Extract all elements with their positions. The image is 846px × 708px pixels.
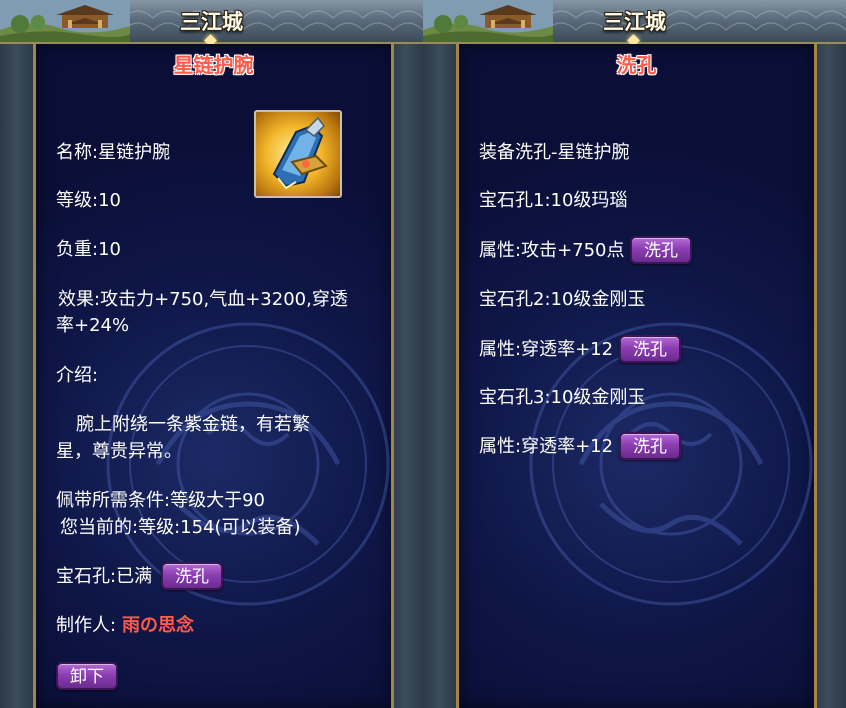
requirement-line2: 您当前的:等级:154(可以装备) bbox=[60, 517, 301, 538]
intro-label: 介绍: bbox=[56, 365, 99, 386]
wash-hole-2-button[interactable]: 洗孔 bbox=[619, 335, 681, 363]
gem-hole-2-attribute: 属性:穿透率+12 bbox=[479, 339, 614, 360]
socket-title: 洗孔 bbox=[616, 53, 657, 77]
top-bar: 三江城 bbox=[0, 0, 423, 47]
gem-hole-3: 宝石孔3:10级金刚玉 bbox=[479, 387, 646, 408]
item-weight: 负重:10 bbox=[56, 239, 121, 260]
socket-panel: 洗孔 装备洗孔-星链护腕 宝石孔1:10级玛瑙 属性:攻击+750点 洗孔 宝石… bbox=[456, 44, 817, 708]
gem-slot-status: 宝石孔:已满 bbox=[56, 566, 153, 587]
wash-hole-3-button[interactable]: 洗孔 bbox=[619, 432, 681, 460]
equipment-detail-screen: 三江城 星链护腕 名称:星链护腕 等级:10 负重:10 效果:攻击力+750,… bbox=[0, 0, 423, 708]
gem-hole-1: 宝石孔1:10级玛瑙 bbox=[479, 190, 628, 211]
intro-line1: 腕上附绕一条紫金链，有若繁 bbox=[76, 414, 310, 435]
intro-line2: 星，尊贵异常。 bbox=[56, 441, 182, 462]
wash-hole-button[interactable]: 洗孔 bbox=[161, 562, 223, 590]
item-effect-line1: 效果:攻击力+750,气血+3200,穿透 bbox=[58, 289, 348, 310]
item-name: 名称:星链护腕 bbox=[56, 142, 171, 163]
city-name: 三江城 bbox=[603, 10, 666, 34]
unequip-button[interactable]: 卸下 bbox=[56, 662, 118, 690]
top-bar: 三江城 bbox=[423, 0, 846, 47]
item-title: 星链护腕 bbox=[173, 53, 254, 77]
requirement-line1: 佩带所需条件:等级大于90 bbox=[56, 490, 265, 511]
gem-hole-3-attribute: 属性:穿透率+12 bbox=[479, 436, 614, 457]
maker-label: 制作人: bbox=[56, 615, 117, 636]
item-icon[interactable] bbox=[254, 110, 342, 198]
gem-hole-1-attribute: 属性:攻击+750点 bbox=[479, 240, 625, 261]
gem-hole-2: 宝石孔2:10级金刚玉 bbox=[479, 289, 646, 310]
maker-name: 雨の思念 bbox=[122, 615, 194, 636]
item-info-panel: 星链护腕 名称:星链护腕 等级:10 负重:10 效果:攻击力+750,气血+3… bbox=[33, 44, 394, 708]
left-frame bbox=[0, 44, 33, 708]
left-frame bbox=[423, 44, 456, 708]
item-level: 等级:10 bbox=[56, 190, 121, 211]
city-name: 三江城 bbox=[180, 10, 243, 34]
socket-reroll-screen: 三江城 洗孔 装备洗孔-星链护腕 宝石孔1:10级玛瑙 属性:攻击+750点 洗… bbox=[423, 0, 846, 708]
item-effect-line2: 率+24% bbox=[56, 315, 130, 336]
armor-bracer-icon bbox=[272, 116, 328, 190]
socket-header: 装备洗孔-星链护腕 bbox=[479, 142, 630, 163]
wash-hole-1-button[interactable]: 洗孔 bbox=[630, 236, 692, 264]
